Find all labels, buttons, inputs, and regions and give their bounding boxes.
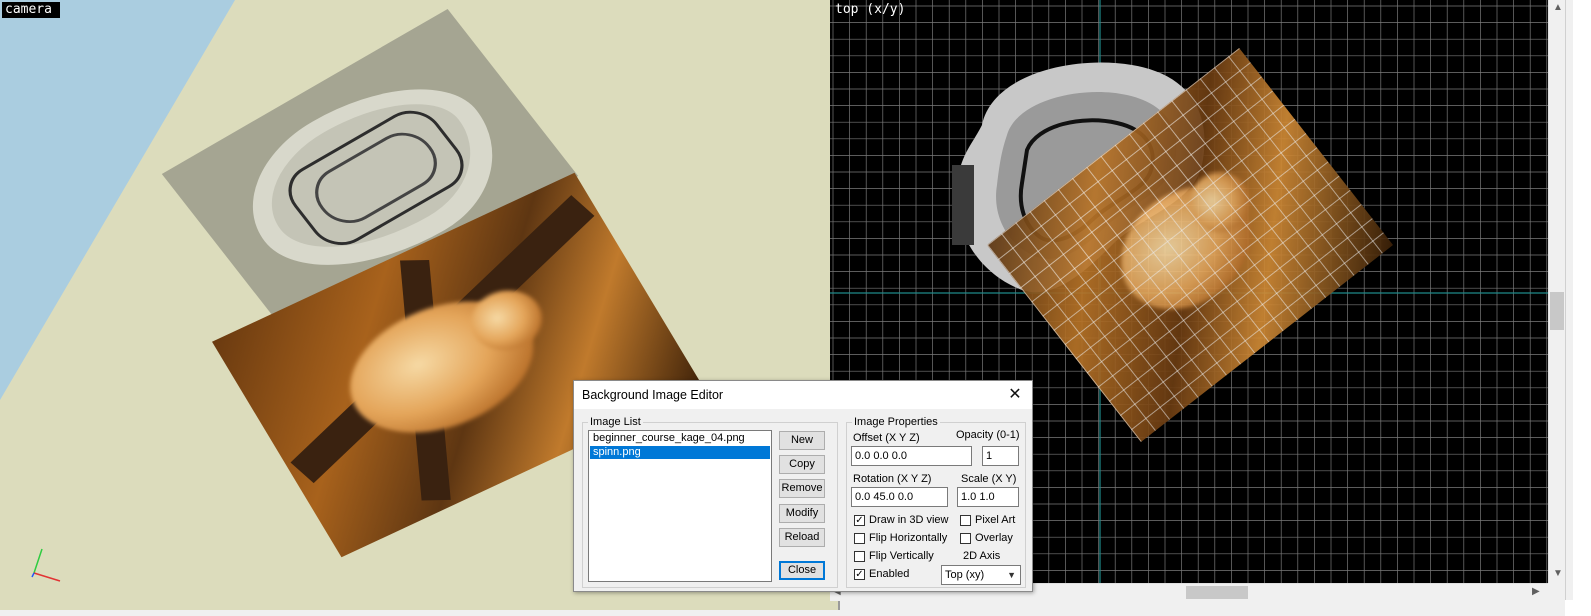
scale-label: Scale (X Y) — [961, 473, 1017, 485]
vertical-scroll-thumb[interactable] — [1550, 292, 1564, 330]
image-listbox[interactable]: beginner_course_kage_04.png spinn.png — [588, 430, 772, 582]
opacity-input[interactable]: 1 — [982, 446, 1019, 466]
flip-vertically-checkbox[interactable]: Flip Vertically — [854, 550, 934, 562]
horizontal-scroll-thumb[interactable] — [1186, 586, 1248, 599]
check-icon: ✓ — [854, 514, 865, 526]
remove-button[interactable]: Remove — [779, 479, 825, 498]
axes-gizmo-icon — [31, 548, 61, 582]
reload-button[interactable]: Reload — [779, 528, 825, 547]
pixel-art-checkbox[interactable]: Pixel Art — [960, 514, 1015, 526]
close-button[interactable]: Close — [779, 561, 825, 580]
copy-button[interactable]: Copy — [779, 455, 825, 474]
new-button[interactable]: New — [779, 431, 825, 450]
scroll-up-icon[interactable]: ▲ — [1553, 2, 1563, 14]
scale-input[interactable]: 1.0 1.0 — [957, 487, 1019, 507]
rotation-label: Rotation (X Y Z) — [853, 473, 932, 485]
offset-label: Offset (X Y Z) — [853, 432, 920, 444]
2d-axis-label: 2D Axis — [963, 550, 1001, 562]
chevron-down-icon: ▼ — [1007, 570, 1016, 580]
dialog-title: Background Image Editor — [582, 388, 724, 402]
overlay-checkbox[interactable]: Overlay — [960, 532, 1013, 544]
outer-scrollbar[interactable] — [1565, 0, 1573, 600]
dialog-titlebar[interactable]: Background Image Editor ✕ — [574, 381, 1032, 409]
opacity-label: Opacity (0-1) — [956, 429, 1020, 441]
modify-button[interactable]: Modify — [779, 504, 825, 523]
scroll-down-icon[interactable]: ▼ — [1553, 568, 1563, 580]
flip-horizontally-checkbox[interactable]: Flip Horizontally — [854, 532, 947, 544]
offset-input[interactable]: 0.0 0.0 0.0 — [851, 446, 972, 466]
image-properties-group-label: Image Properties — [852, 415, 940, 429]
rotation-input[interactable]: 0.0 45.0 0.0 — [851, 487, 948, 507]
enabled-checkbox[interactable]: ✓ Enabled — [854, 568, 909, 580]
list-item[interactable]: beginner_course_kage_04.png — [590, 432, 770, 445]
camera-viewport-label: camera — [2, 2, 60, 18]
scroll-right-icon[interactable]: ▶ — [1532, 586, 1540, 598]
background-image-editor-dialog: Background Image Editor ✕ Image List beg… — [573, 380, 1033, 592]
list-item-selected[interactable]: spinn.png — [590, 446, 770, 459]
check-icon: ✓ — [854, 568, 865, 580]
image-list-group-label: Image List — [588, 415, 643, 429]
vertical-scrollbar[interactable]: ▲ ▼ — [1548, 0, 1566, 583]
top-viewport-label: top (x/y) — [835, 2, 906, 17]
draw-in-3d-checkbox[interactable]: ✓ Draw in 3D view — [854, 514, 948, 526]
close-icon[interactable]: ✕ — [1004, 385, 1026, 405]
2d-axis-select[interactable]: Top (xy) ▼ — [941, 565, 1021, 585]
